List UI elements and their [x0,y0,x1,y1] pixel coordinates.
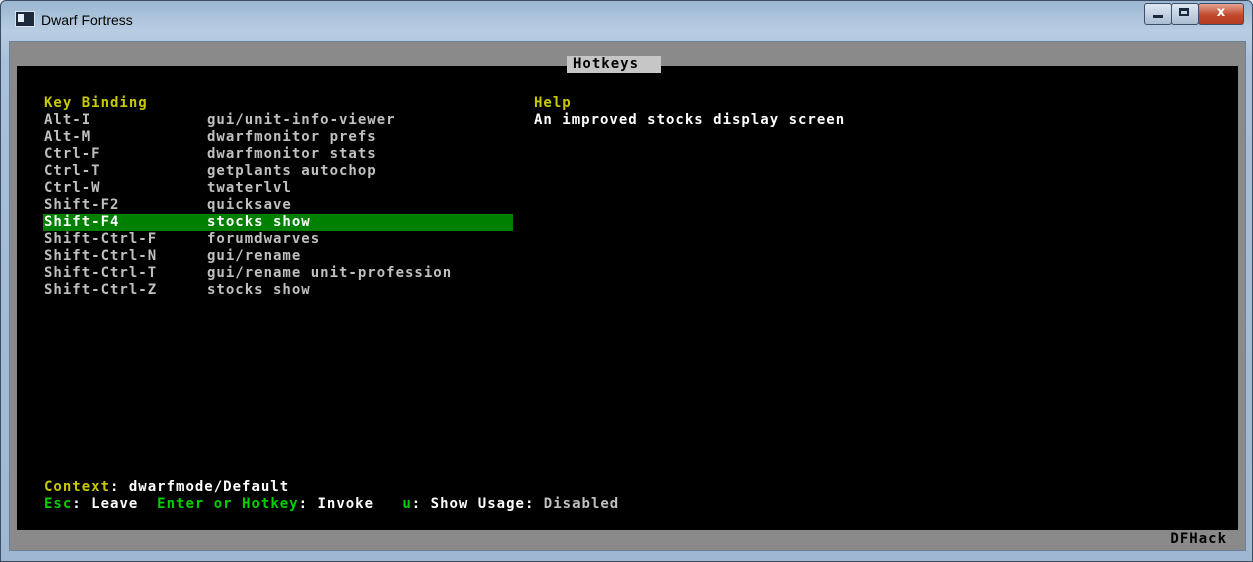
footer-actions: Esc: Leave Enter or Hotkey: Invoke u: Sh… [44,496,620,512]
hotkey-key: Shift-F2 [44,197,120,213]
screen-title: Hotkeys [567,56,662,73]
screen-frame-right [1238,66,1245,530]
context-label: Context [44,479,111,495]
screen-frame-left [10,66,17,530]
hotkey-row[interactable]: Shift-Ctrl-Z stocks show [43,282,513,299]
title-bar[interactable]: Dwarf Fortress x [1,1,1252,41]
hotkey-row[interactable]: Ctrl-F dwarfmonitor stats [43,146,513,163]
hotkey-key: Shift-Ctrl-T [44,265,158,281]
usage-key[interactable]: u [402,496,411,512]
hotkey-row[interactable]: Shift-F2 quicksave [43,197,513,214]
esc-action: Leave [91,496,139,512]
enter-key[interactable]: Enter or Hotkey [157,496,298,512]
maximize-icon [1179,8,1189,16]
screen-frame-bottom [10,530,1245,550]
hotkey-row[interactable]: Ctrl-T getplants autochop [43,163,513,180]
hotkey-row[interactable]: Alt-M dwarfmonitor prefs [43,129,513,146]
maximize-button[interactable] [1171,3,1199,25]
hotkey-key: Shift-Ctrl-F [44,231,158,247]
hotkey-command: gui/unit-info-viewer [207,112,396,128]
hotkey-key: Ctrl-T [44,163,101,179]
hotkey-command: gui/rename [207,248,302,264]
close-button[interactable]: x [1198,3,1244,25]
hotkey-command: dwarfmonitor prefs [207,129,377,145]
app-window: Dwarf Fortress x Hotkeys Key Binding Hel… [0,0,1253,562]
window-controls: x [1144,3,1244,25]
minimize-button[interactable] [1144,3,1172,25]
hotkey-key: Ctrl-W [44,180,101,196]
hotkey-key: Shift-Ctrl-Z [44,282,158,298]
hotkey-command: dwarfmonitor stats [207,146,377,162]
context-line: Context: dwarfmode/Default [44,479,290,495]
dfhack-brand: DFHack [1170,531,1227,547]
hotkey-command: quicksave [207,197,292,213]
hotkey-command: forumdwarves [207,231,321,247]
usage-state: Disabled [543,496,620,512]
hotkey-command: twaterlvl [207,180,292,196]
hotkey-list[interactable]: Alt-I gui/unit-info-viewer Alt-M dwarfmonit… [43,112,513,299]
hotkey-command: gui/rename unit-profession [207,265,453,281]
usage-action: Show Usage [430,496,525,512]
dwarf-fortress-app-icon[interactable] [15,11,35,27]
hotkey-key: Alt-M [44,129,92,145]
hotkey-row[interactable]: Shift-Ctrl-F forumdwarves [43,231,513,248]
key-binding-header: Key Binding [44,95,148,111]
hotkey-command: getplants autochop [207,163,377,179]
hotkey-row[interactable]: Shift-Ctrl-T gui/rename unit-profession [43,265,513,282]
hotkey-row[interactable]: Ctrl-W twaterlvl [43,180,513,197]
dfhack-hotkeys-screen[interactable]: Hotkeys Key Binding Help An improved sto… [9,41,1246,551]
hotkey-command: stocks show [207,282,311,298]
hotkey-key: Alt-I [44,112,92,128]
hotkey-row[interactable]: Shift-Ctrl-N gui/rename [43,248,513,265]
hotkey-row[interactable]: Alt-I gui/unit-info-viewer [43,112,513,129]
enter-action: Invoke [317,496,375,512]
help-header: Help [534,95,572,111]
hotkey-command: stocks show [207,214,311,230]
window-title: Dwarf Fortress [41,12,133,28]
hotkey-key: Ctrl-F [44,146,101,162]
help-text: An improved stocks display screen [534,112,846,128]
hotkey-key: Shift-Ctrl-N [44,248,158,264]
minimize-icon [1153,15,1163,18]
esc-key[interactable]: Esc [44,496,72,512]
context-value: dwarfmode/Default [128,479,290,495]
hotkey-key: Shift-F4 [44,214,120,230]
hotkey-row-selected[interactable]: Shift-F4 stocks show [43,214,513,231]
close-icon: x [1216,5,1226,20]
